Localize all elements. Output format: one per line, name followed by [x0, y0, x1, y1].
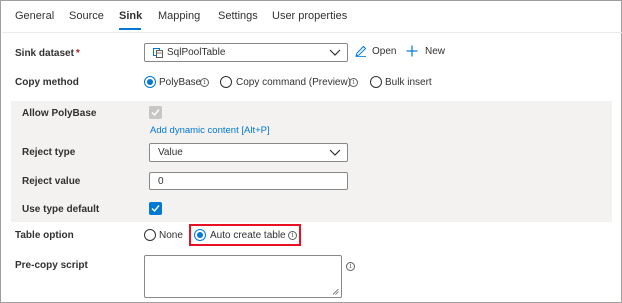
info-icon[interactable]: i [346, 262, 355, 271]
tab-settings[interactable]: Settings [218, 10, 258, 22]
active-tab-indicator [119, 28, 141, 30]
tab-general[interactable]: General [15, 10, 54, 22]
radio-polybase[interactable] [144, 76, 156, 88]
tab-mapping[interactable]: Mapping [158, 10, 200, 22]
radio-table-none-label: None [159, 230, 183, 241]
radio-auto-create-table-label: Auto create table [210, 230, 286, 241]
radio-auto-create-table[interactable] [194, 229, 206, 241]
allow-polybase-label: Allow PolyBase [22, 108, 97, 119]
new-button[interactable]: New [425, 46, 445, 57]
reject-value-input[interactable]: 0 [149, 172, 348, 190]
copy-method-label: Copy method [15, 77, 79, 88]
checkmark-icon [151, 205, 160, 213]
info-icon[interactable]: i [200, 78, 209, 87]
plus-icon[interactable] [406, 45, 418, 57]
required-mark: * [75, 48, 80, 59]
dataset-table-icon [153, 48, 163, 58]
tab-bar: General Source Sink Mapping Settings Use… [1, 1, 621, 32]
radio-bulk-insert-label: Bulk insert [385, 77, 432, 88]
chevron-down-icon [329, 149, 341, 156]
reject-value-text: 0 [158, 176, 164, 187]
radio-copy-command[interactable] [220, 76, 232, 88]
add-dynamic-content-link[interactable]: Add dynamic content [Alt+P] [150, 125, 270, 136]
use-type-default-checkbox[interactable] [149, 202, 162, 215]
radio-table-none[interactable] [144, 229, 156, 241]
pencil-icon[interactable] [354, 45, 367, 58]
pre-copy-script-label: Pre-copy script [15, 260, 88, 271]
allow-polybase-checkbox[interactable] [149, 106, 162, 119]
tab-divider [2, 32, 622, 33]
chevron-down-icon [329, 49, 341, 56]
checkmark-icon [151, 109, 160, 117]
reject-type-label: Reject type [22, 147, 76, 158]
sink-dataset-select[interactable]: SqlPoolTable [144, 43, 348, 62]
reject-type-select[interactable]: Value [149, 143, 348, 162]
reject-value-label: Reject value [22, 176, 81, 187]
resize-grip-icon[interactable] [332, 288, 339, 295]
radio-copy-command-label: Copy command (Preview) [236, 77, 352, 88]
tab-sink[interactable]: Sink [119, 10, 142, 22]
use-type-default-label: Use type default [22, 204, 100, 215]
open-button[interactable]: Open [372, 46, 396, 57]
sink-dataset-value: SqlPoolTable [167, 47, 226, 58]
sink-settings-panel: General Source Sink Mapping Settings Use… [0, 0, 622, 303]
tab-source[interactable]: Source [69, 10, 104, 22]
radio-polybase-label: PolyBase [159, 77, 202, 88]
table-option-label: Table option [15, 230, 74, 241]
radio-bulk-insert[interactable] [370, 76, 382, 88]
reject-type-value: Value [158, 147, 183, 158]
tab-user-properties[interactable]: User properties [272, 10, 347, 22]
pre-copy-script-textarea[interactable] [144, 255, 342, 298]
info-icon[interactable]: i [288, 231, 297, 240]
info-icon[interactable]: i [349, 78, 358, 87]
sink-dataset-label: Sink dataset * [15, 48, 80, 59]
